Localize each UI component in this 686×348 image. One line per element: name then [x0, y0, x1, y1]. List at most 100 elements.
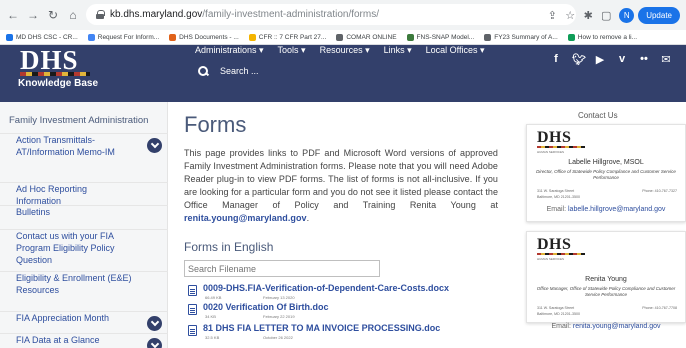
sidebar-item[interactable]: FIA Data at a Glance	[0, 333, 168, 348]
sidebar-item[interactable]: Eligibility & Enrollment (E&E) Resources	[0, 271, 168, 296]
page-title: Forms	[184, 112, 247, 137]
bookmark-favicon-icon	[484, 33, 492, 41]
site-header: DHS Knowledge Base Administrations ▾ Tool…	[0, 45, 686, 102]
lock-icon	[96, 10, 105, 19]
sidebar-item[interactable]: Ad Hoc Reporting Information	[0, 182, 168, 207]
bookmark-favicon-icon	[169, 33, 177, 41]
nav-menu-item[interactable]: Links ▾	[384, 45, 412, 59]
update-button[interactable]: Update	[638, 6, 680, 24]
contact-address-line-1: 311 W. Saratoga Street	[537, 306, 575, 310]
document-icon	[188, 325, 197, 336]
search-icon[interactable]	[198, 66, 208, 76]
bookmark-favicon-icon	[87, 33, 95, 41]
flickr-icon[interactable]: ••	[638, 53, 650, 66]
contact-name: Renita Young	[585, 276, 627, 283]
bookmark-item[interactable]: COMAR ONLINE	[336, 33, 397, 41]
card-logo-tagline: HUMAN SERVICES	[537, 150, 564, 154]
vimeo-icon[interactable]: v	[616, 53, 628, 66]
profile-avatar[interactable]: N	[619, 7, 635, 23]
social-links: f 🐦︎ ▶ v •• ✉	[540, 53, 672, 66]
site-search[interactable]: Search ...	[198, 66, 259, 76]
extensions-icon[interactable]: ✱	[579, 9, 597, 22]
chevron-down-icon[interactable]	[147, 316, 162, 331]
filename-search-input[interactable]	[184, 260, 380, 277]
bookmark-label: CFR :: 7 CFR Part 27...	[258, 33, 327, 41]
sidebar-item-label: Action Transmittals-AT/Information Memo-…	[16, 135, 115, 157]
contact-address-line-2: Baltimore, MD 21201-3500	[537, 195, 580, 199]
back-icon[interactable]: ←	[6, 8, 20, 22]
contact-card: DHS HUMAN SERVICES Renita Young Office Mana…	[526, 231, 686, 330]
bookmark-item[interactable]: CFR :: 7 CFR Part 27...	[248, 33, 327, 41]
contact-email-link[interactable]: renita.young@maryland.gov	[184, 213, 307, 223]
sidepanel-icon[interactable]: ▢	[597, 9, 615, 22]
contact-role: Office Manager, Office of Statewide Poli…	[536, 286, 676, 297]
nav-menu-item[interactable]: Local Offices ▾	[426, 45, 485, 59]
bookmark-favicon-icon	[6, 33, 13, 41]
sidebar-item[interactable]: Contact us with your FIA Program Eligibi…	[0, 229, 168, 266]
document-link[interactable]: 81 DHS FIA LETTER TO MA INVOICE PROCESSI…	[203, 323, 440, 333]
forms-english-heading: Forms in English	[184, 240, 274, 254]
contact-email-link[interactable]: labelle.hillgrove@maryland.gov	[568, 206, 665, 213]
address-bar[interactable]: kb.dhs.maryland.gov/family-investment-ad…	[86, 4, 576, 25]
dhs-logo[interactable]: DHS Knowledge Base	[14, 45, 109, 100]
forward-icon[interactable]: →	[26, 8, 40, 22]
bookmark-item[interactable]: Request For Inform...	[87, 33, 160, 41]
card-logo: DHS	[537, 236, 572, 253]
bookmark-item[interactable]: FY23 Summary of A...	[484, 33, 558, 41]
document-date: February 13 2020	[263, 295, 295, 300]
sidebar-item-label: Eligibility & Enrollment (E&E) Resources	[16, 273, 132, 295]
browser-toolbar: ← → ↻ ⌂ kb.dhs.maryland.gov/family-inves…	[0, 0, 686, 30]
bookmark-label: Request For Inform...	[97, 33, 160, 41]
bookmark-label: FNS-SNAP Model...	[416, 33, 475, 41]
url-host: kb.dhs.maryland.gov	[110, 9, 203, 20]
contact-email-label: Email:	[551, 323, 571, 330]
document-icon	[188, 285, 197, 296]
bookmark-item[interactable]: MD DHS CSC - CR...	[6, 33, 78, 41]
reload-icon[interactable]: ↻	[46, 8, 60, 22]
document-date: February 22 2019	[263, 314, 295, 319]
logo-subtitle: Knowledge Base	[18, 78, 99, 89]
contact-card: DHS HUMAN SERVICES Labelle Hillgrove, MSOL…	[526, 124, 686, 222]
sidebar-title: Family Investment Administration	[9, 115, 149, 126]
sidebar-item[interactable]: Bulletins	[0, 205, 168, 218]
bookmark-item[interactable]: How to remove a li...	[567, 33, 637, 41]
card-logo-stripe	[537, 146, 585, 148]
sidebar-item[interactable]: FIA Appreciation Month	[0, 311, 168, 331]
bookmark-label: FY23 Summary of A...	[494, 33, 558, 41]
contact-email: Email: renita.young@maryland.gov	[527, 323, 685, 330]
document-date: October 26 2022	[263, 335, 293, 340]
left-sidebar: Family Investment Administration Action …	[0, 102, 168, 348]
url-path: /family-investment-administration/forms/	[202, 9, 379, 20]
sidebar-item-label: FIA Appreciation Month	[16, 313, 110, 323]
twitter-icon[interactable]: 🐦︎	[572, 53, 586, 66]
bookmark-favicon-icon	[567, 33, 575, 41]
bookmark-item[interactable]: FNS-SNAP Model...	[406, 33, 475, 41]
card-logo-stripe	[537, 253, 585, 255]
card-logo: DHS	[537, 129, 572, 146]
youtube-icon[interactable]: ▶	[594, 53, 606, 66]
home-icon[interactable]: ⌂	[66, 8, 80, 22]
share-icon[interactable]: ⇪	[543, 9, 561, 22]
contact-phone: Phone: 410-767-7327	[642, 189, 677, 193]
bookmark-item[interactable]: DHS Documents - ...	[169, 33, 239, 41]
contact-role: Director, Office of Statewide Policy Com…	[536, 169, 676, 180]
email-icon[interactable]: ✉	[660, 53, 672, 66]
chevron-down-icon[interactable]	[147, 138, 162, 153]
facebook-icon[interactable]: f	[550, 53, 562, 66]
nav-menu-item[interactable]: Tools ▾	[278, 45, 306, 59]
bookmark-favicon-icon	[406, 33, 414, 41]
contact-heading: Contact Us	[578, 111, 618, 120]
contact-address-line-1: 311 W. Saratoga Street	[537, 189, 575, 193]
contact-email-link[interactable]: renita.young@maryland.gov	[573, 323, 661, 330]
document-link[interactable]: 0020 Verification Of Birth.doc	[203, 302, 329, 312]
intro-text: This page provides links to PDF and Micr…	[184, 148, 498, 210]
nav-menu-item[interactable]: Administrations ▾	[195, 45, 264, 59]
chevron-down-icon[interactable]	[147, 338, 162, 348]
search-input[interactable]: Search ...	[220, 66, 259, 76]
star-icon[interactable]: ☆	[561, 9, 579, 22]
nav-menu-item[interactable]: Resources ▾	[320, 45, 370, 59]
contact-address-line-2: Baltimore, MD 21201-3500	[537, 312, 580, 316]
document-size: 66.49 KB	[205, 295, 222, 300]
sidebar-item[interactable]: Action Transmittals-AT/Information Memo-…	[0, 133, 168, 158]
document-link[interactable]: 0009-DHS.FIA-Verification-of-Dependent-C…	[203, 283, 449, 293]
